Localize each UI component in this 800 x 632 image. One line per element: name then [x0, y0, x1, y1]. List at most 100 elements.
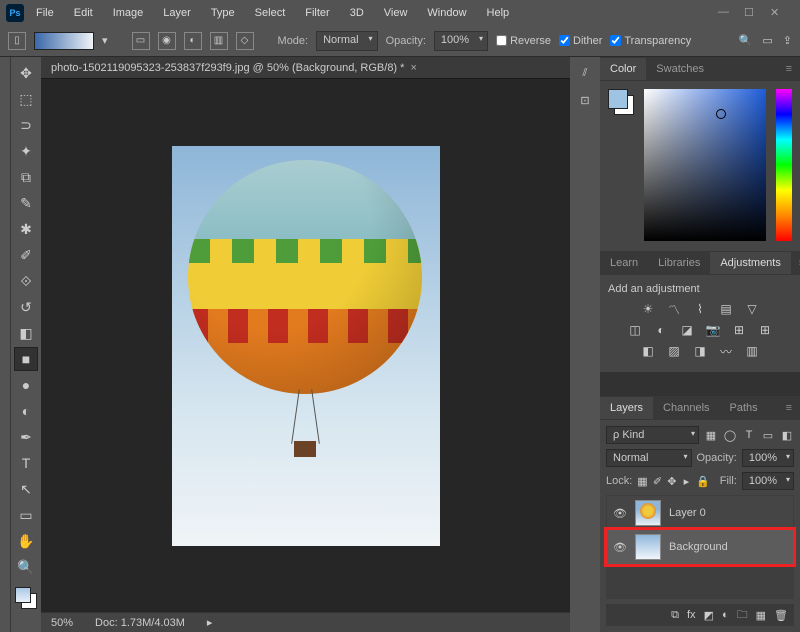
lasso-tool[interactable]: ⊃: [14, 113, 38, 137]
stamp-tool[interactable]: ⟐: [14, 269, 38, 293]
photofilter-icon[interactable]: ◪: [678, 322, 696, 338]
layer-thumbnail[interactable]: [635, 500, 661, 526]
selective-icon[interactable]: ⊞: [756, 322, 774, 338]
share-icon[interactable]: ⇪: [783, 34, 792, 47]
tab-libraries[interactable]: Libraries: [648, 252, 710, 274]
tab-color[interactable]: Color: [600, 58, 646, 80]
transparency-checkbox[interactable]: Transparency: [610, 35, 691, 47]
panel-menu-icon[interactable]: ≡: [778, 402, 800, 414]
brightness-icon[interactable]: ☀: [639, 301, 657, 317]
pen-tool[interactable]: ✒: [14, 425, 38, 449]
levels-icon[interactable]: 〽: [665, 301, 683, 317]
filter-type-icon[interactable]: T: [742, 428, 756, 442]
invert-icon[interactable]: ◧: [639, 343, 657, 359]
tab-paths[interactable]: Paths: [720, 397, 768, 419]
layer-name[interactable]: Layer 0: [669, 507, 706, 519]
link-layers-icon[interactable]: ⧉: [671, 609, 679, 622]
document-tab[interactable]: photo-1502119095323-253837f293f9.jpg @ 5…: [51, 62, 404, 74]
threshold-icon[interactable]: ◨: [691, 343, 709, 359]
close-tab-icon[interactable]: ×: [410, 62, 416, 74]
marquee-tool[interactable]: ⬚: [14, 87, 38, 111]
lock-brush-icon[interactable]: ✐: [653, 474, 662, 488]
diamond-gradient-button[interactable]: ◇: [236, 32, 254, 50]
eyedropper-tool[interactable]: ✎: [14, 191, 38, 215]
lock-all-icon[interactable]: 🔒: [696, 474, 710, 488]
tab-learn[interactable]: Learn: [600, 252, 648, 274]
crop-tool[interactable]: ⧉: [14, 165, 38, 189]
menu-select[interactable]: Select: [247, 4, 294, 22]
filter-type-dropdown[interactable]: ρ Kind: [606, 426, 699, 444]
group-icon[interactable]: 🗀: [737, 606, 748, 625]
shape-tool[interactable]: ▭: [14, 503, 38, 527]
eraser-tool[interactable]: ◧: [14, 321, 38, 345]
delete-layer-icon[interactable]: 🗑: [774, 609, 788, 622]
filter-image-icon[interactable]: ▦: [704, 428, 718, 442]
colorlookup-icon[interactable]: ⊞: [730, 322, 748, 338]
gradientmap-icon[interactable]: 〰: [717, 343, 735, 359]
color-swatch-tool[interactable]: [15, 587, 37, 609]
path-select-tool[interactable]: ↖: [14, 477, 38, 501]
layer-thumbnail[interactable]: [635, 534, 661, 560]
new-layer-icon[interactable]: ▦: [756, 609, 766, 622]
panel-menu-icon[interactable]: ≡: [778, 63, 800, 75]
tab-channels[interactable]: Channels: [653, 397, 719, 419]
posterize-icon[interactable]: ▨: [665, 343, 683, 359]
mask-icon[interactable]: ◩: [704, 609, 714, 622]
layer-row[interactable]: 👁 Layer 0: [607, 496, 793, 530]
blend-mode-dropdown[interactable]: Normal: [606, 449, 692, 467]
vibrance-icon[interactable]: ▽: [743, 301, 761, 317]
menu-window[interactable]: Window: [419, 4, 474, 22]
brush-tool[interactable]: ✐: [14, 243, 38, 267]
opacity-field[interactable]: 100%: [434, 31, 488, 51]
layer-row[interactable]: 👁 Background: [607, 530, 793, 564]
hue-icon[interactable]: ◫: [626, 322, 644, 338]
tab-layers[interactable]: Layers: [600, 397, 653, 419]
gradient-tool[interactable]: ■: [14, 347, 38, 371]
screenmode-icon[interactable]: ▭: [762, 34, 772, 47]
radial-gradient-button[interactable]: ◉: [158, 32, 176, 50]
blend-mode-dropdown[interactable]: Normal: [316, 31, 377, 51]
visibility-icon[interactable]: 👁: [613, 507, 627, 520]
visibility-icon[interactable]: 👁: [613, 541, 627, 554]
hue-slider[interactable]: [776, 89, 792, 241]
curves-icon[interactable]: ⌇: [691, 301, 709, 317]
lock-move-icon[interactable]: ✥: [667, 474, 676, 488]
heal-tool[interactable]: ✱: [14, 217, 38, 241]
status-arrow-icon[interactable]: ▸: [207, 616, 213, 629]
zoom-tool[interactable]: 🔍: [14, 555, 38, 579]
maximize-icon[interactable]: ☐: [744, 6, 758, 20]
history-panel-icon[interactable]: ⫽: [583, 67, 588, 80]
filter-smart-icon[interactable]: ◧: [780, 428, 794, 442]
canvas[interactable]: [41, 79, 570, 612]
dither-checkbox[interactable]: Dither: [559, 35, 602, 47]
wand-tool[interactable]: ✦: [14, 139, 38, 163]
minimize-icon[interactable]: —: [718, 6, 732, 20]
filter-adjust-icon[interactable]: ◯: [723, 428, 737, 442]
layer-name[interactable]: Background: [669, 541, 728, 553]
fill-field[interactable]: 100%: [742, 472, 794, 490]
menu-view[interactable]: View: [376, 4, 416, 22]
tab-swatches[interactable]: Swatches: [646, 58, 714, 80]
tab-adjustments[interactable]: Adjustments: [710, 252, 791, 274]
reflected-gradient-button[interactable]: ▥: [210, 32, 228, 50]
dodge-tool[interactable]: ◐: [14, 399, 38, 423]
adjustment-layer-icon[interactable]: ◐: [722, 609, 729, 621]
zoom-level[interactable]: 50%: [51, 617, 73, 629]
panel-menu-icon[interactable]: ≡: [791, 257, 800, 269]
menu-edit[interactable]: Edit: [66, 4, 101, 22]
history-brush-tool[interactable]: ↺: [14, 295, 38, 319]
filter-shape-icon[interactable]: ▭: [761, 428, 775, 442]
close-icon[interactable]: ✕: [770, 6, 784, 20]
type-tool[interactable]: T: [14, 451, 38, 475]
fx-icon[interactable]: fx: [687, 609, 696, 621]
blur-tool[interactable]: ●: [14, 373, 38, 397]
lut-icon[interactable]: ▥: [743, 343, 761, 359]
gradient-swatch[interactable]: [34, 32, 94, 50]
lock-nest-icon[interactable]: ▸: [682, 474, 691, 488]
menu-file[interactable]: File: [28, 4, 62, 22]
menu-filter[interactable]: Filter: [297, 4, 337, 22]
layer-opacity-field[interactable]: 100%: [742, 449, 794, 467]
menu-image[interactable]: Image: [105, 4, 152, 22]
move-tool[interactable]: ✥: [14, 61, 38, 85]
properties-panel-icon[interactable]: ⊡: [580, 94, 589, 107]
